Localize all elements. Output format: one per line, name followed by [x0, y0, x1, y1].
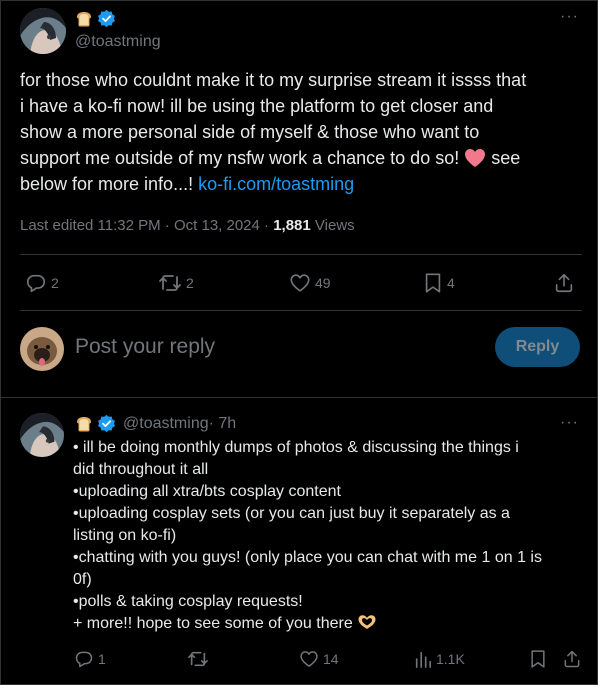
author-avatar[interactable] — [20, 8, 66, 54]
reply-icon — [26, 274, 46, 293]
reply-author-handle[interactable]: @toastming· 7h — [123, 415, 236, 433]
user-avatar[interactable] — [20, 327, 64, 371]
reply-reply-count: 1 — [98, 651, 106, 667]
reply-like-count: 14 — [323, 651, 339, 667]
reply-count: 2 — [51, 275, 59, 291]
divider — [20, 310, 582, 311]
heart-emoji — [465, 149, 486, 167]
verified-badge-icon — [98, 414, 115, 433]
verified-badge-icon — [98, 9, 115, 28]
post-text: for those who couldnt make it to my surp… — [20, 70, 527, 194]
like-count: 49 — [315, 275, 331, 291]
share-button[interactable] — [553, 272, 575, 294]
reply-like-button[interactable]: 14 — [299, 649, 339, 669]
repost-count: 2 — [186, 275, 194, 291]
repost-icon — [159, 275, 181, 291]
section-separator — [0, 397, 598, 398]
author-handle[interactable]: @toastming — [75, 33, 161, 51]
reply-text: • ill be doing monthly dumps of photos &… — [73, 439, 542, 632]
like-icon — [290, 274, 310, 292]
reply-share-button[interactable] — [562, 649, 582, 669]
reply-icon — [75, 651, 93, 668]
reply-views-button[interactable]: 1.1K — [414, 649, 465, 669]
reply-bookmark-button[interactable] — [529, 649, 547, 669]
reply-button[interactable]: 2 — [25, 272, 59, 294]
bookmark-icon — [531, 650, 545, 668]
divider — [20, 254, 582, 255]
kofi-link[interactable]: ko-fi.com/toastming — [198, 174, 354, 194]
views-count: 1,881 — [273, 217, 311, 234]
post-meta: Last edited 11:32 PM · Oct 13, 2024 · 1,… — [20, 217, 355, 234]
reply-author-avatar[interactable] — [20, 413, 64, 457]
more-icon[interactable]: ··· — [560, 8, 579, 26]
like-button[interactable]: 49 — [289, 272, 331, 294]
share-icon — [564, 650, 580, 668]
reply-reply-button[interactable]: 1 — [74, 649, 106, 669]
repost-icon — [188, 651, 208, 667]
bookmark-button[interactable]: 4 — [423, 272, 455, 294]
bookmark-count: 4 — [447, 275, 455, 291]
reply-time: · 7h — [208, 415, 237, 432]
reply-input[interactable]: Post your reply — [75, 335, 215, 359]
toast-emoji — [77, 417, 91, 432]
share-icon — [555, 273, 573, 293]
reply-repost-button[interactable] — [187, 649, 209, 669]
toast-emoji — [77, 12, 91, 27]
heart-hands-emoji — [358, 615, 376, 629]
bookmark-icon — [425, 273, 441, 293]
views-icon — [415, 651, 432, 668]
reply-views-count: 1.1K — [436, 651, 465, 667]
like-icon — [300, 651, 318, 667]
reply-submit-button[interactable]: Reply — [495, 327, 580, 367]
repost-button[interactable]: 2 — [158, 272, 194, 294]
more-icon[interactable]: ··· — [560, 414, 579, 432]
